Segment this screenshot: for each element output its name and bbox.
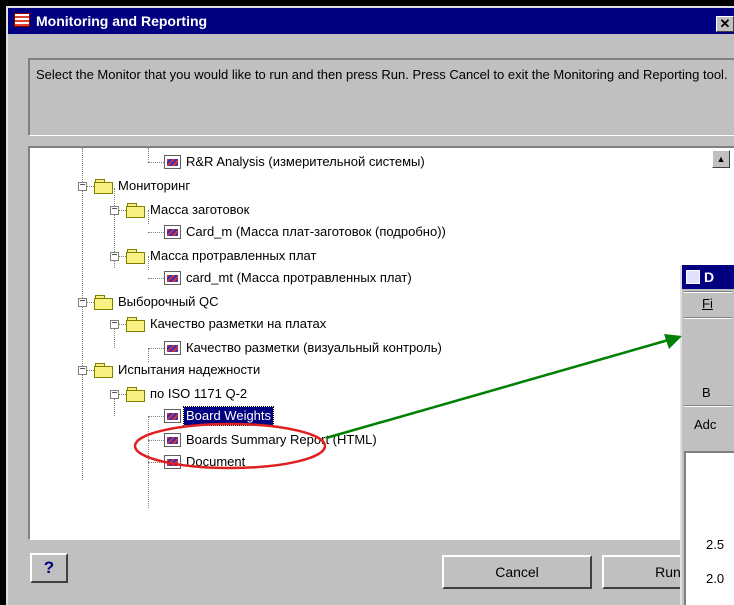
pointer-arrowhead [664,334,682,349]
annotation-overlay [133,334,682,470]
pointer-arrow [325,337,673,440]
highlight-circle [133,422,327,470]
